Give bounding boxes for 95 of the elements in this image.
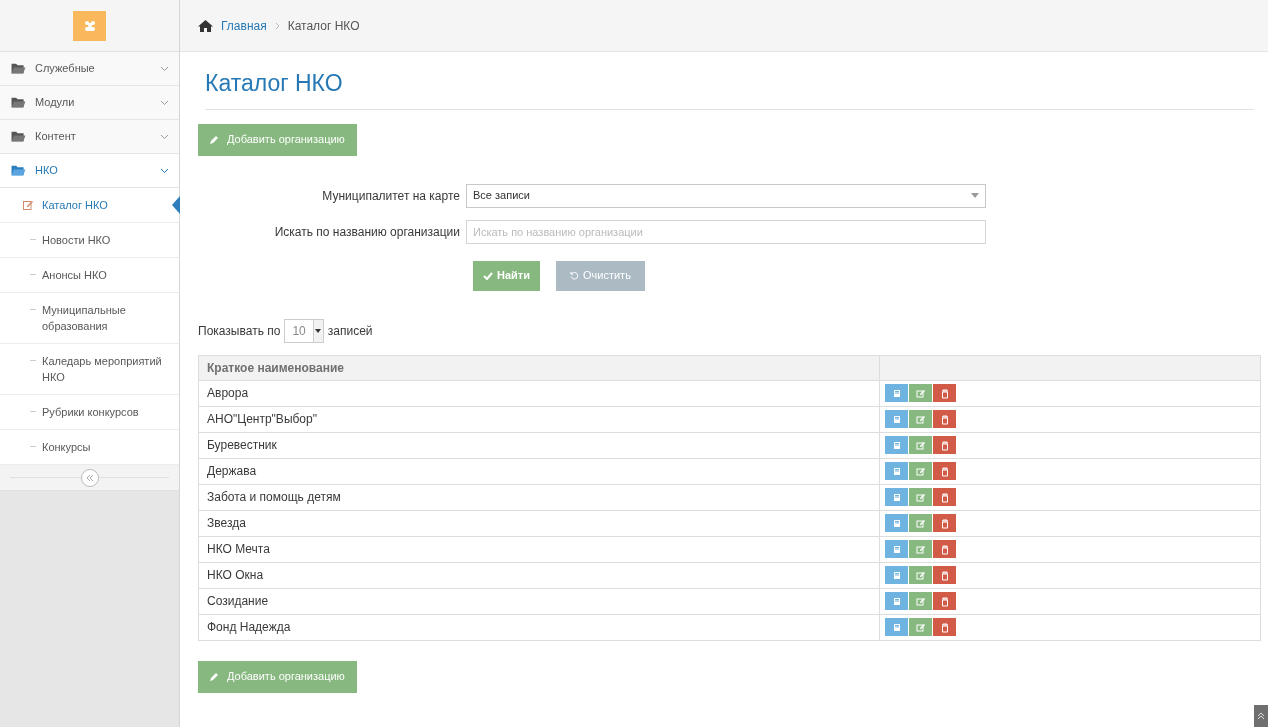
table-cell: АНО"Центр"Выбор" [198,406,880,432]
logo-icon[interactable] [73,10,106,41]
submenu-item[interactable]: Каталог НКО [0,188,179,223]
check-icon [483,271,493,280]
sidebar-item[interactable]: Модули [0,86,179,120]
edit-button[interactable] [909,540,932,558]
delete-button[interactable] [933,592,956,610]
view-button[interactable] [885,618,908,636]
table-cell: Держава [198,458,880,484]
scroll-up-button[interactable] [1254,705,1268,727]
view-button[interactable] [885,566,908,584]
page-size-label: записей [327,322,373,340]
delete-button[interactable] [933,410,956,428]
column-header[interactable]: Краткое наименование [198,355,880,380]
chevron-icon [160,65,169,72]
municipality-select[interactable]: Все записи [466,183,986,208]
dropdown-caret-icon [971,193,979,198]
page-size-select[interactable]: 10 [284,318,324,343]
edit-icon [914,413,927,425]
edit-button[interactable] [909,436,932,454]
submenu-item[interactable]: Конкурсы [0,430,179,465]
submenu-item[interactable]: Каледарь мероприятий НКО [0,344,179,395]
edit-icon [914,621,927,633]
dropdown-caret-icon [315,328,322,333]
edit-icon [914,569,927,581]
delete-button[interactable] [933,462,956,480]
folder-icon [10,164,27,177]
delete-button[interactable] [933,566,956,584]
page-title: Каталог НКО [205,69,344,98]
active-pointer-icon [172,196,180,214]
table-cell: Созидание [198,588,880,614]
field-label: Муниципалитет на карте [321,187,461,205]
edit-button[interactable] [909,592,932,610]
submenu-item[interactable]: Новости НКО [0,223,179,258]
chevron-icon [160,167,169,174]
edit-button[interactable] [909,514,932,532]
edit-icon [914,465,927,477]
sidebar-item[interactable]: Служебные [0,52,179,86]
folder-icon [10,62,27,75]
table-cell: Аврора [198,380,880,406]
breadcrumb-current: Каталог НКО [287,17,360,35]
collapse-button[interactable] [80,468,99,487]
delete-button[interactable] [933,488,956,506]
edit-icon [914,439,927,451]
edit-icon [914,387,927,399]
up-chevron-icon [1257,712,1265,720]
table-cell: Забота и помощь детям [198,484,880,510]
home-icon[interactable] [198,19,213,32]
table-cell: Буревестник [198,432,880,458]
edit-button[interactable] [909,410,932,428]
delete-button[interactable] [933,540,956,558]
edit-button[interactable] [909,566,932,584]
search-field[interactable]: Искать по названию организации [466,219,986,244]
folder-icon [10,130,27,143]
chevron-icon [160,133,169,140]
folder-icon [10,96,27,109]
view-button[interactable] [885,384,908,402]
delete-button[interactable] [933,436,956,454]
page-size-label: Показывать по [198,322,281,340]
edit-button[interactable] [909,462,932,480]
table-cell: Фонд Надежда [198,614,880,640]
view-button[interactable] [885,410,908,428]
pencil-icon [210,672,219,681]
edit-icon [23,200,34,210]
chevron-icon [160,99,169,106]
undo-icon [570,271,579,280]
delete-button[interactable] [933,618,956,636]
edit-icon [914,543,927,555]
edit-icon [914,517,927,529]
view-button[interactable] [885,540,908,558]
view-button[interactable] [885,488,908,506]
view-button[interactable] [885,592,908,610]
submenu-item[interactable]: Муниципальные образования [0,293,179,344]
submenu-item[interactable]: Анонсы НКО [0,258,179,293]
delete-button[interactable] [933,514,956,532]
view-button[interactable] [885,514,908,532]
submenu-item[interactable]: Рубрики конкурсов [0,395,179,430]
view-button[interactable] [885,462,908,480]
edit-button[interactable] [909,488,932,506]
table-cell: НКО Окна [198,562,880,588]
delete-button[interactable] [933,384,956,402]
view-button[interactable] [885,436,908,454]
table-cell: Звезда [198,510,880,536]
edit-icon [914,491,927,503]
edit-icon [914,595,927,607]
edit-button[interactable] [909,618,932,636]
separator-icon [274,21,280,30]
table-cell: НКО Мечта [198,536,880,562]
sidebar-item[interactable]: Контент [0,120,179,154]
sidebar-item[interactable]: НКО [0,154,179,188]
edit-button[interactable] [909,384,932,402]
breadcrumb-link[interactable]: Главная [221,16,267,35]
double-chevron-icon [85,473,94,482]
field-label: Искать по названию организации [273,223,461,241]
pencil-icon [210,135,219,144]
